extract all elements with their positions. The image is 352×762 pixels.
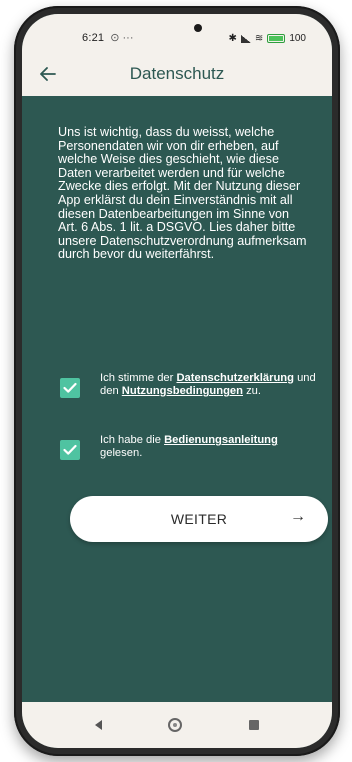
privacy-consent-text: Ich stimme der Datenschutzerklärung und …	[92, 372, 320, 398]
privacy-policy-link[interactable]: Datenschutzerklärung	[176, 372, 294, 384]
front-camera	[194, 24, 202, 32]
consent1-prefix: Ich stimme der	[100, 372, 177, 384]
wifi-icon: ≋	[254, 33, 264, 44]
bluetooth-icon: ✱	[228, 33, 237, 44]
phone-frame: 6:21 ⊙ ··· ✱ ≋ 100 Datenschutz Uns ist w…	[14, 6, 340, 756]
intro-text: Uns ist wichtig, dass du weisst, welche …	[58, 125, 307, 262]
system-nav-bar	[22, 702, 332, 748]
nav-home-icon[interactable]	[168, 718, 183, 732]
consent-row-manual: Ich habe die Bedienungsanleitung gelesen…	[60, 434, 320, 460]
arrow-left-icon[interactable]	[26, 52, 70, 96]
nav-back-icon[interactable]	[95, 720, 103, 730]
status-bar: 6:21 ⊙ ··· ✱ ≋ 100	[22, 14, 332, 52]
battery-level: 100	[289, 33, 306, 44]
status-time: 6:21	[82, 32, 105, 44]
intro-section: Uns ist wichtig, dass du weisst, welche …	[58, 125, 308, 262]
continue-button[interactable]: WEITER →	[70, 496, 328, 542]
continue-button-label: WEITER	[170, 511, 228, 527]
manual-checkbox[interactable]	[60, 440, 80, 460]
user-manual-link[interactable]: Bedienungsanleitung	[164, 434, 278, 446]
arrow-right-icon: →	[290, 508, 306, 525]
app-bar: Datenschutz	[22, 52, 332, 96]
signal-icon	[240, 34, 251, 43]
battery-icon	[267, 34, 286, 43]
nav-recent-apps-icon[interactable]	[248, 720, 259, 730]
manual-consent-text: Ich habe die Bedienungsanleitung gelesen…	[92, 434, 320, 460]
consent2-suffix: gelesen.	[100, 447, 143, 459]
consent-row-privacy: Ich stimme der Datenschutzerklärung und …	[60, 372, 320, 398]
consent2-prefix: Ich habe die	[100, 434, 165, 446]
terms-of-use-link[interactable]: Nutzungsbedingungen	[122, 385, 243, 397]
consent1-suffix: zu.	[242, 385, 262, 397]
privacy-checkbox[interactable]	[60, 378, 80, 398]
status-right: ✱ ≋ 100	[229, 33, 306, 44]
screen: 6:21 ⊙ ··· ✱ ≋ 100 Datenschutz Uns ist w…	[22, 14, 332, 748]
status-extra: ⊙ ···	[110, 32, 134, 44]
